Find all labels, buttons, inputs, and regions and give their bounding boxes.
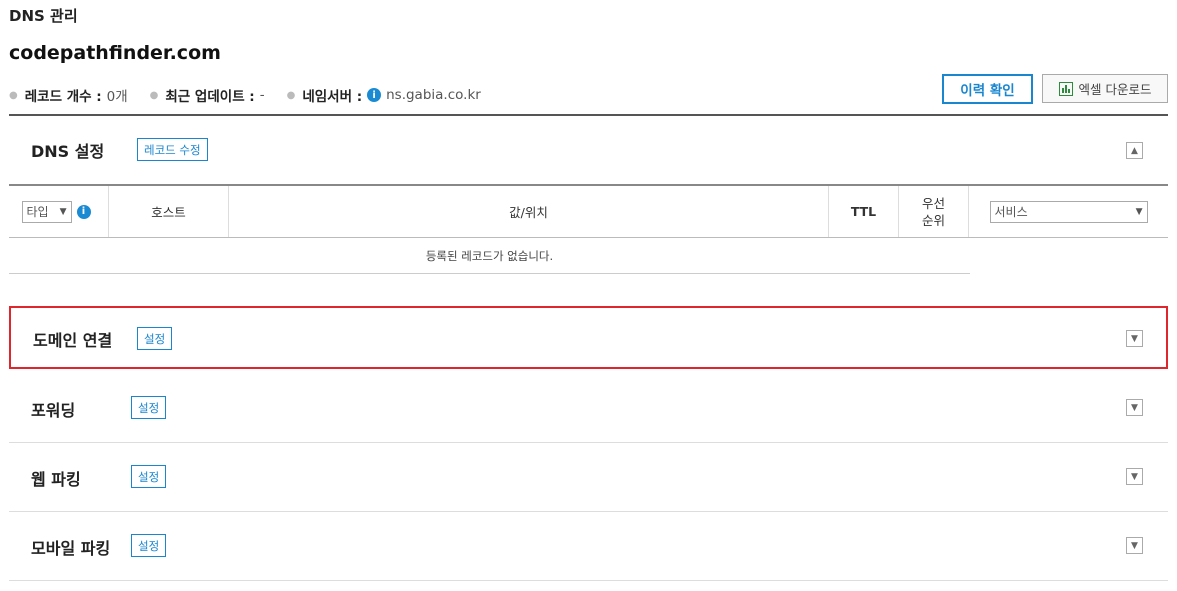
- type-select[interactable]: 타입 ▼: [21, 200, 72, 223]
- last-updated-value: -: [259, 87, 265, 103]
- service-column: 서비스 ▼: [969, 186, 1168, 237]
- history-button[interactable]: 이력 확인: [942, 74, 1033, 104]
- record-count: ● 레코드 개수 : 0개: [9, 85, 128, 105]
- chevron-down-icon: ▼: [1131, 333, 1138, 344]
- record-count-value: 0개: [106, 89, 128, 105]
- ttl-column: TTL: [829, 186, 899, 237]
- excel-download-label: 엑셀 다운로드: [1078, 82, 1152, 97]
- edit-records-button[interactable]: 레코드 수정: [137, 138, 208, 161]
- dns-settings-title: DNS 설정: [31, 142, 105, 161]
- section-web-parking: 웹 파킹 설정 ▼: [9, 443, 1168, 512]
- value-column: 값/위치: [229, 186, 829, 237]
- last-updated-label: 최근 업데이트 :: [165, 89, 255, 105]
- mobile-parking-settings-button[interactable]: 설정: [131, 534, 167, 557]
- bullet-icon: ●: [9, 89, 18, 101]
- chevron-down-icon: ▼: [1131, 402, 1138, 413]
- service-select-label: 서비스: [994, 205, 1028, 219]
- section-title: 모바일 파킹: [31, 539, 111, 558]
- last-updated: ● 최근 업데이트 : -: [150, 85, 265, 105]
- section-forwarding: 포워딩 설정 ▼: [9, 374, 1168, 443]
- section-title: 웹 파킹: [31, 470, 81, 489]
- nameserver: ● 네임서버 : i ns.gabia.co.kr: [287, 85, 481, 105]
- forwarding-settings-button[interactable]: 설정: [131, 396, 167, 419]
- divider: [9, 114, 1168, 116]
- priority-label-1: 우선: [921, 195, 945, 211]
- type-column: 타입 ▼ i: [9, 186, 109, 237]
- nameserver-label: 네임서버 :: [302, 89, 363, 105]
- section-title: 포워딩: [31, 401, 76, 420]
- priority-label-2: 순위: [921, 212, 945, 228]
- record-count-label: 레코드 개수 :: [24, 89, 102, 105]
- chevron-down-icon: ▼: [1131, 471, 1138, 482]
- chevron-down-icon: ▼: [1135, 206, 1143, 217]
- service-select[interactable]: 서비스 ▼: [989, 200, 1148, 223]
- empty-message: 등록된 레코드가 없습니다.: [9, 238, 970, 274]
- bullet-icon: ●: [149, 89, 159, 101]
- bullet-icon: ●: [286, 89, 296, 101]
- table-header: 타입 ▼ i 호스트 값/위치 TTL 우선 순위 서비스 ▼: [9, 184, 1168, 238]
- nameserver-value: ns.gabia.co.kr: [386, 87, 481, 103]
- collapse-toggle[interactable]: ▲: [1126, 142, 1143, 159]
- excel-download-button[interactable]: 엑셀 다운로드: [1042, 74, 1168, 103]
- section-title: 도메인 연결: [33, 331, 113, 350]
- priority-column: 우선 순위: [899, 186, 969, 237]
- chevron-down-icon: ▼: [59, 206, 67, 217]
- section-domain-connection: 도메인 연결 설정 ▼: [9, 306, 1168, 369]
- type-select-label: 타입: [26, 205, 49, 219]
- meta-info: ● 레코드 개수 : 0개 ● 최근 업데이트 : - ● 네임서버 : i n…: [9, 85, 503, 105]
- expand-toggle[interactable]: ▼: [1126, 330, 1143, 347]
- domain-title: codepathfinder.com: [9, 42, 221, 64]
- info-icon[interactable]: i: [76, 204, 91, 219]
- excel-chart-icon: [1058, 81, 1073, 96]
- chevron-up-icon: ▲: [1131, 145, 1138, 156]
- host-column: 호스트: [109, 186, 229, 237]
- expand-toggle[interactable]: ▼: [1126, 537, 1143, 554]
- info-icon[interactable]: i: [367, 88, 382, 102]
- page-label: DNS 관리: [9, 7, 78, 25]
- chevron-down-icon: ▼: [1131, 540, 1138, 551]
- expand-toggle[interactable]: ▼: [1126, 399, 1143, 416]
- expand-toggle[interactable]: ▼: [1126, 468, 1143, 485]
- domain-connection-settings-button[interactable]: 설정: [137, 327, 173, 350]
- dns-records-table: 타입 ▼ i 호스트 값/위치 TTL 우선 순위 서비스 ▼ 등록된 레코드가…: [9, 184, 1168, 274]
- web-parking-settings-button[interactable]: 설정: [131, 465, 167, 488]
- section-mobile-parking: 모바일 파킹 설정 ▼: [9, 512, 1168, 581]
